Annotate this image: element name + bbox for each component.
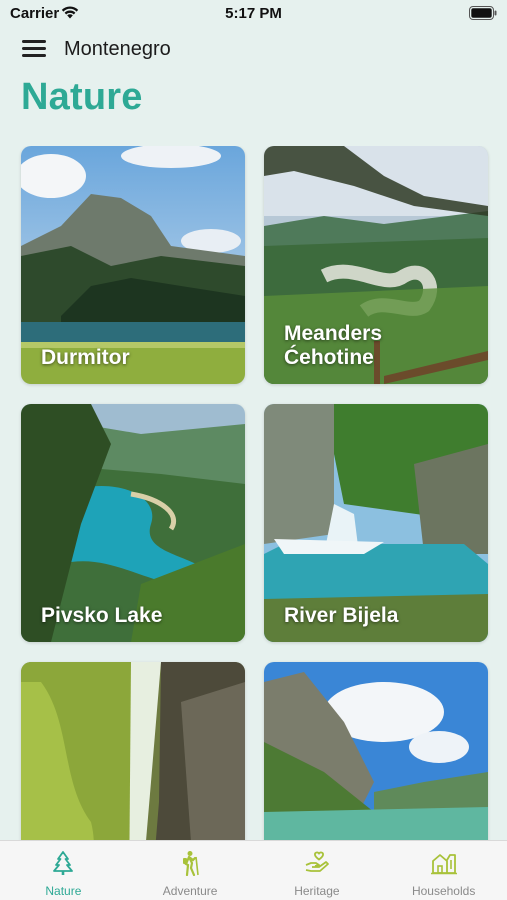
tab-adventure[interactable]: Adventure [127, 841, 254, 900]
river-valley-photo [264, 662, 488, 840]
navigation-bar: Montenegro [0, 30, 507, 70]
tab-bar: Nature Adventure Heritage Households [0, 840, 507, 900]
card-label: River Bijela [284, 604, 399, 627]
destination-grid: Durmitor Meanders Ćehotine Pivsko Lake R… [0, 146, 507, 840]
tab-nature[interactable]: Nature [0, 841, 127, 900]
tab-label: Adventure [162, 884, 218, 898]
status-bar: Carrier 5:17 PM [0, 0, 507, 28]
card-label: Meanders Ćehotine [284, 322, 383, 369]
card-label: Pivsko Lake [41, 604, 163, 627]
card-meanders-cehotine[interactable]: Meanders Ćehotine [264, 146, 488, 384]
canyon-photo [21, 662, 245, 840]
card-river-bijela[interactable]: River Bijela [264, 404, 488, 642]
hamburger-menu-icon[interactable] [22, 40, 46, 60]
tab-households[interactable]: Households [380, 841, 507, 900]
tab-label: Households [411, 884, 476, 898]
tree-icon [53, 851, 74, 875]
nav-title: Montenegro [64, 38, 171, 60]
tab-label: Heritage [294, 884, 340, 898]
battery-icon [469, 6, 497, 20]
hand-heart-icon [305, 851, 329, 872]
card-durmitor[interactable]: Durmitor [21, 146, 245, 384]
card-label: Durmitor [41, 346, 130, 369]
houses-icon [430, 854, 457, 875]
page-title: Nature [21, 76, 143, 118]
tab-label: Nature [45, 884, 82, 898]
tab-heritage[interactable]: Heritage [254, 841, 381, 900]
card-pivsko-lake[interactable]: Pivsko Lake [21, 404, 245, 642]
card-canyon[interactable] [21, 662, 245, 840]
card-river-valley[interactable] [264, 662, 488, 840]
clock-time: 5:17 PM [225, 5, 282, 22]
hiker-icon [183, 851, 199, 876]
